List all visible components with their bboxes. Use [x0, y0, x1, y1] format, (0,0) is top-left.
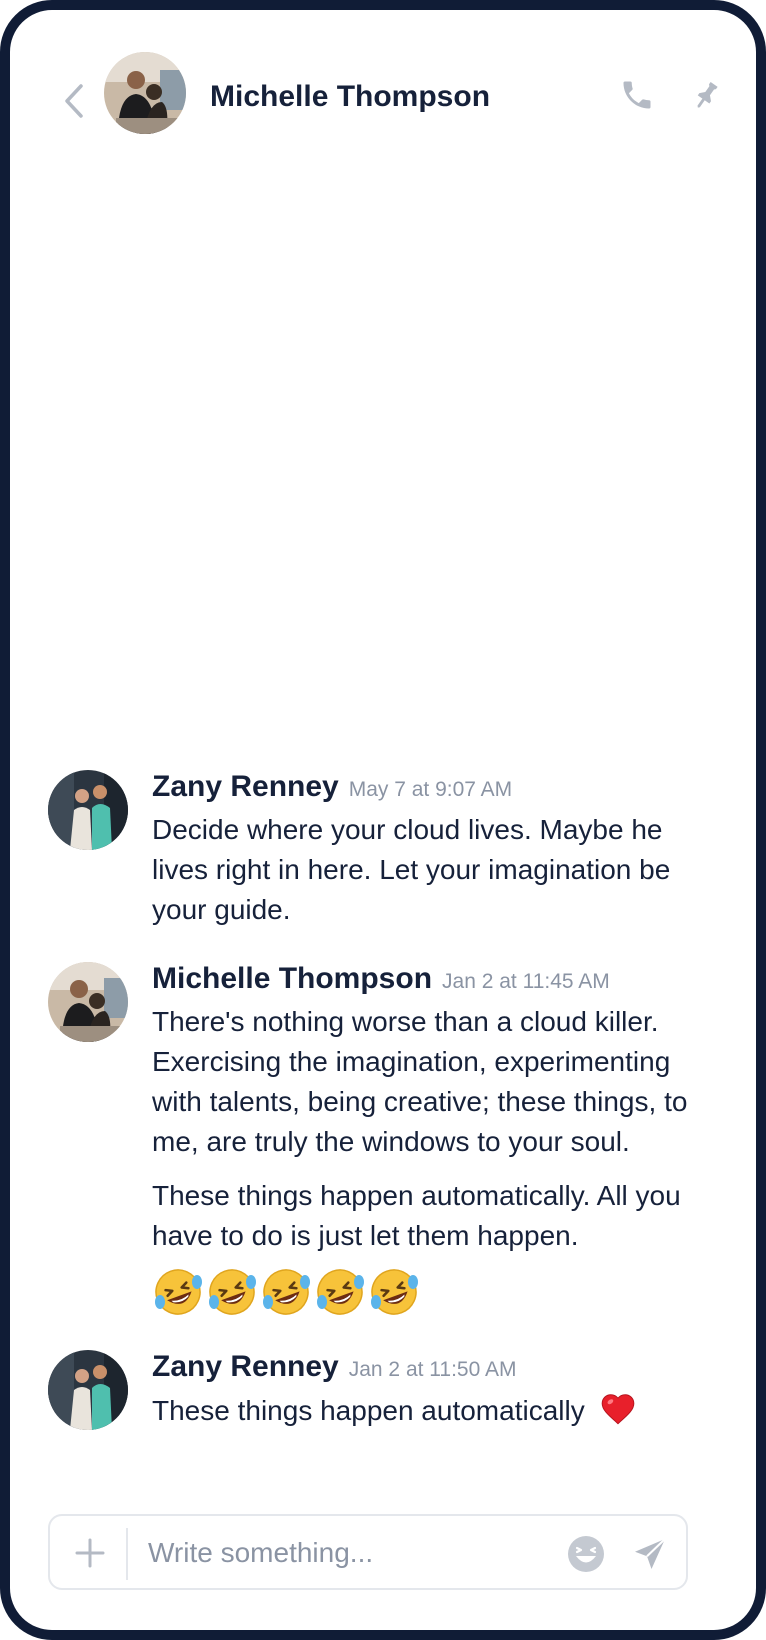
- message-composer: [48, 1514, 688, 1590]
- red-heart-icon: [601, 1394, 634, 1425]
- back-button[interactable]: [54, 78, 94, 124]
- message: Michelle Thompson Jan 2 at 11:45 AM Ther…: [10, 962, 756, 1322]
- emoji-button[interactable]: [562, 1530, 610, 1578]
- message-author: Zany Renney: [152, 1350, 339, 1383]
- rolling-on-floor-laughing-icon: [368, 1266, 420, 1318]
- rolling-on-floor-laughing-icon: [206, 1266, 258, 1318]
- avatar[interactable]: [48, 962, 128, 1042]
- message-time: Jan 2 at 11:45 AM: [442, 970, 610, 993]
- phone-icon: [623, 81, 651, 109]
- message-text: Decide where your cloud lives. Maybe he …: [152, 814, 671, 925]
- add-attachment-button[interactable]: [64, 1527, 116, 1579]
- contact-avatar[interactable]: [104, 52, 186, 134]
- plus-icon: [75, 1538, 105, 1568]
- message-list: Zany Renney May 7 at 9:07 AM Decide wher…: [10, 770, 756, 1431]
- message: Zany Renney Jan 2 at 11:50 AM These thin…: [10, 1350, 756, 1431]
- call-button[interactable]: [614, 72, 660, 118]
- message-text: There's nothing worse than a cloud kille…: [152, 1006, 688, 1157]
- emoji-icon: [568, 1536, 604, 1572]
- contact-name: Michelle Thompson: [210, 80, 491, 113]
- composer-divider: [126, 1528, 128, 1580]
- phone-frame: Michelle Thompson Zany Renney May 7 at 9…: [0, 0, 766, 1640]
- message-input[interactable]: [148, 1526, 548, 1580]
- pin-button[interactable]: [684, 74, 728, 118]
- message-author: Michelle Thompson: [152, 962, 433, 995]
- emoji-row: [152, 1266, 756, 1322]
- message-text-line: These things happen automatically: [152, 1390, 717, 1431]
- message-time: Jan 2 at 11:50 AM: [348, 1358, 517, 1381]
- rolling-on-floor-laughing-icon: [152, 1266, 204, 1318]
- chat-header: Michelle Thompson: [10, 10, 756, 180]
- message-author: Zany Renney: [152, 770, 339, 803]
- message-text: These things happen automatically. All y…: [152, 1180, 681, 1251]
- send-icon: [635, 1538, 666, 1569]
- avatar[interactable]: [48, 1350, 128, 1430]
- send-button[interactable]: [626, 1530, 674, 1578]
- pin-icon: [697, 81, 718, 108]
- rolling-on-floor-laughing-icon: [260, 1266, 312, 1318]
- message: Zany Renney May 7 at 9:07 AM Decide wher…: [10, 770, 756, 930]
- message-time: May 7 at 9:07 AM: [348, 778, 513, 801]
- rolling-on-floor-laughing-icon: [314, 1266, 366, 1318]
- avatar[interactable]: [48, 770, 128, 850]
- message-text: These things happen automatically: [152, 1395, 585, 1426]
- chevron-left-icon: [65, 84, 83, 118]
